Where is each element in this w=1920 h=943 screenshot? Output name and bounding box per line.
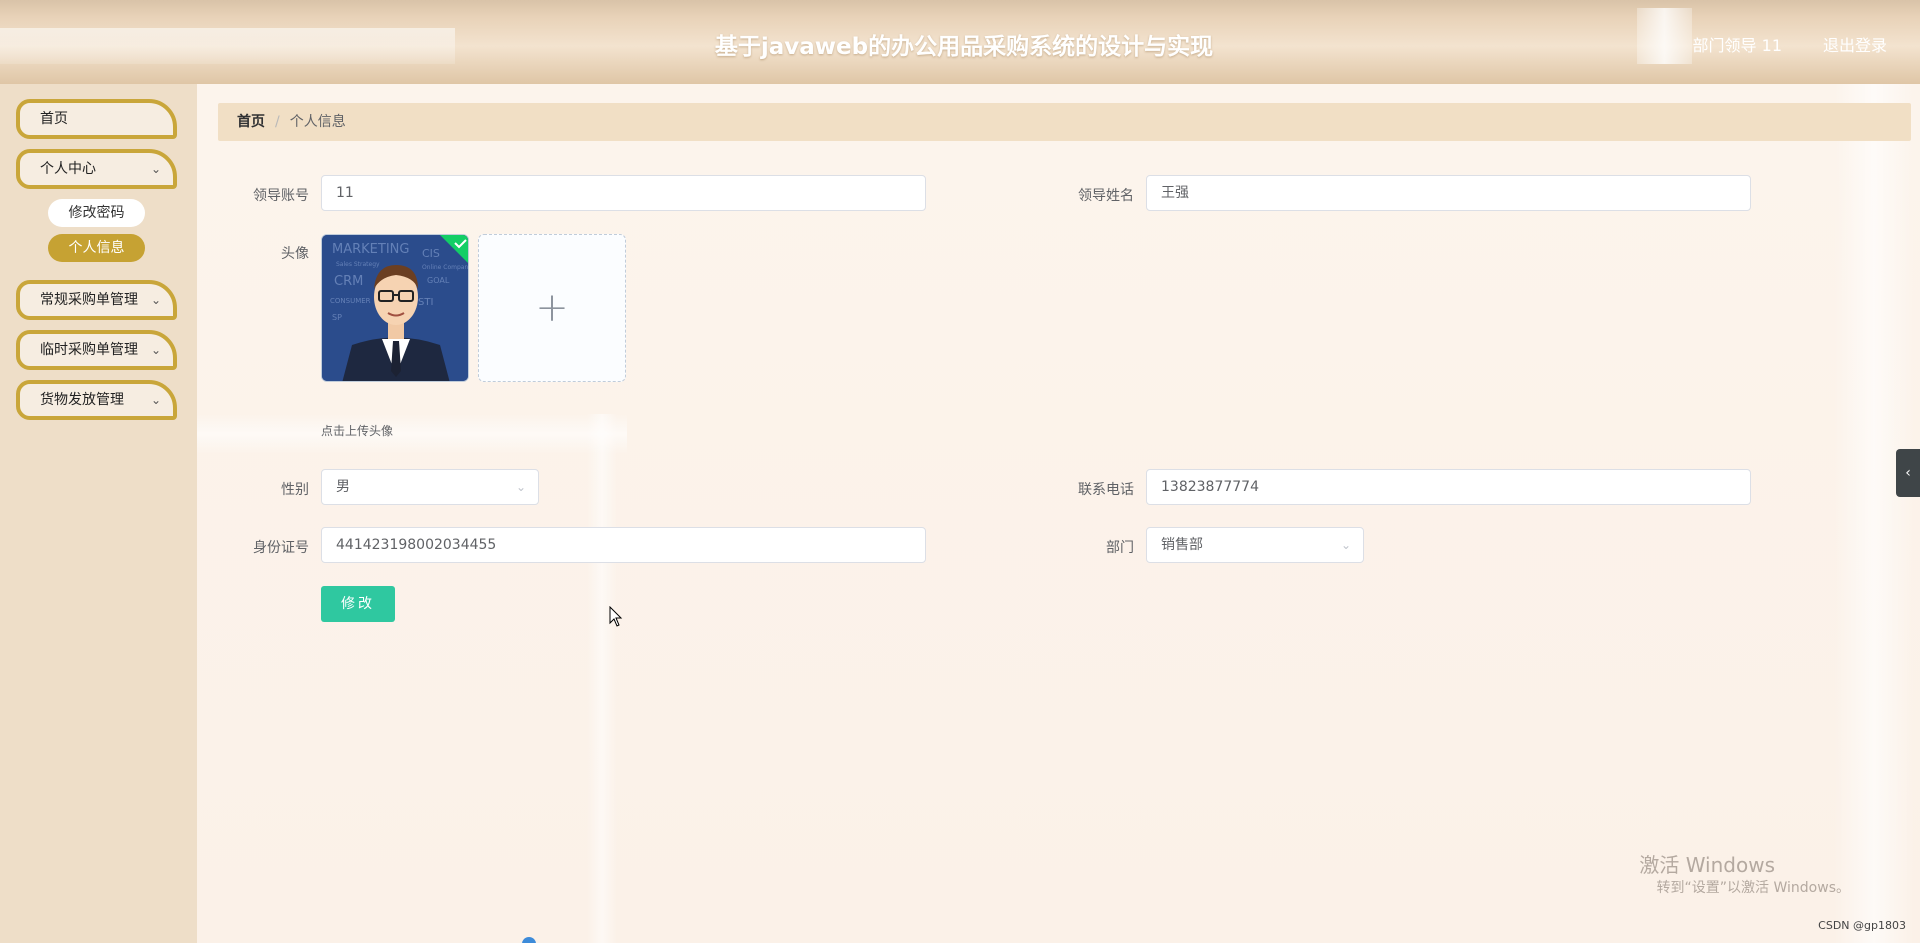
chevron-down-icon: ⌄ xyxy=(150,393,161,407)
sidebar-item-label: 首页 xyxy=(40,111,68,127)
top-header: 基于javaweb的办公用品采购系统的设计与实现 部门领导 11 退出登录 xyxy=(0,0,1920,84)
department-select[interactable]: 销售部 ⌄ xyxy=(1146,527,1364,563)
breadcrumb-home[interactable]: 首页 xyxy=(237,114,265,130)
avatar-illustration: MARKETING CIS CRM GOAL CONSUMER STI SP S… xyxy=(322,235,469,381)
svg-text:CIS: CIS xyxy=(422,247,440,260)
sidebar-item-label: 临时采购单管理 xyxy=(40,342,138,358)
background-decoration xyxy=(1834,84,1914,943)
breadcrumb: 首页 / 个人信息 xyxy=(218,103,1911,141)
chevron-down-icon: ⌄ xyxy=(150,162,161,176)
idcard-field[interactable]: 441423198002034455 xyxy=(321,527,926,563)
idcard-label: 身份证号 xyxy=(253,540,309,556)
plus-icon: + xyxy=(535,285,569,331)
sidebar-subitem-change-password[interactable]: 修改密码 xyxy=(48,199,145,227)
svg-text:STI: STI xyxy=(418,297,433,308)
background-decoration xyxy=(587,414,617,943)
background-decoration xyxy=(197,414,627,454)
phone-label: 联系电话 xyxy=(1078,482,1134,498)
sidebar-item-regular-purchase[interactable]: 常规采购单管理 ⌄ xyxy=(16,280,177,320)
department-select-value: 销售部 xyxy=(1161,537,1203,553)
sidebar-item-temporary-purchase[interactable]: 临时采购单管理 ⌄ xyxy=(16,330,177,370)
gender-label: 性别 xyxy=(281,482,309,498)
upload-avatar-button[interactable]: + xyxy=(478,234,626,382)
sidebar-item-label: 货物发放管理 xyxy=(40,392,124,408)
windows-activation-title: 激活 Windows xyxy=(1639,853,1775,877)
svg-text:CRM: CRM xyxy=(334,274,363,289)
svg-text:SP: SP xyxy=(332,313,342,322)
gender-select[interactable]: 男 ⌄ xyxy=(321,469,539,505)
windows-activation-hint: 转到“设置”以激活 Windows。 xyxy=(1656,880,1850,896)
chevron-down-icon: ⌄ xyxy=(1340,538,1351,552)
account-label: 领导账号 xyxy=(253,188,309,204)
sidebar-item-label: 个人中心 xyxy=(40,161,96,177)
main-content: 首页 / 个人信息 领导账号 11 领导姓名 王强 头像 MARKETING CIS… xyxy=(197,84,1920,943)
svg-text:Sales Strategy: Sales Strategy xyxy=(336,261,380,268)
svg-text:MARKETING: MARKETING xyxy=(332,242,409,257)
sidebar: 首页 个人中心 ⌄ 修改密码 个人信息 常规采购单管理 ⌄ 临时采购单管理 ⌄ … xyxy=(0,84,197,943)
svg-text:CONSUMER: CONSUMER xyxy=(330,297,371,305)
gender-select-value: 男 xyxy=(336,479,350,495)
modify-button[interactable]: 修改 xyxy=(321,586,395,622)
sidebar-item-label: 常规采购单管理 xyxy=(40,292,138,308)
sidebar-subitem-personal-info[interactable]: 个人信息 xyxy=(48,234,145,262)
name-field[interactable]: 王强 xyxy=(1146,175,1751,211)
svg-text:Online Company: Online Company xyxy=(422,264,469,271)
collapse-panel-tab[interactable]: ‹ xyxy=(1896,449,1920,497)
department-label: 部门 xyxy=(1106,540,1134,556)
sidebar-item-personal-center[interactable]: 个人中心 ⌄ xyxy=(16,149,177,189)
avatar-label: 头像 xyxy=(281,246,309,262)
chevron-down-icon: ⌄ xyxy=(515,480,526,494)
sidebar-item-goods-distribution[interactable]: 货物发放管理 ⌄ xyxy=(16,380,177,420)
chevron-left-icon: ‹ xyxy=(1905,465,1911,481)
breadcrumb-separator: / xyxy=(275,114,280,130)
csdn-watermark: CSDN @gp1803 xyxy=(1818,919,1906,932)
breadcrumb-current: 个人信息 xyxy=(289,114,346,130)
logout-link[interactable]: 退出登录 xyxy=(1823,32,1887,56)
upload-avatar-tip: 点击上传头像 xyxy=(321,424,394,438)
svg-text:GOAL: GOAL xyxy=(427,276,450,285)
app-title: 基于javaweb的办公用品采购系统的设计与实现 xyxy=(714,34,1214,60)
account-field[interactable]: 11 xyxy=(321,175,926,211)
name-label: 领导姓名 xyxy=(1078,188,1134,204)
mouse-cursor-icon xyxy=(609,606,623,627)
chevron-down-icon: ⌄ xyxy=(150,293,161,307)
current-user-label: 部门领导 11 xyxy=(1692,36,1782,55)
sidebar-item-home[interactable]: 首页 xyxy=(16,99,177,139)
phone-field[interactable]: 13823877774 xyxy=(1146,469,1751,505)
avatar-image[interactable]: MARKETING CIS CRM GOAL CONSUMER STI SP S… xyxy=(321,234,469,382)
chevron-down-icon: ⌄ xyxy=(150,343,161,357)
